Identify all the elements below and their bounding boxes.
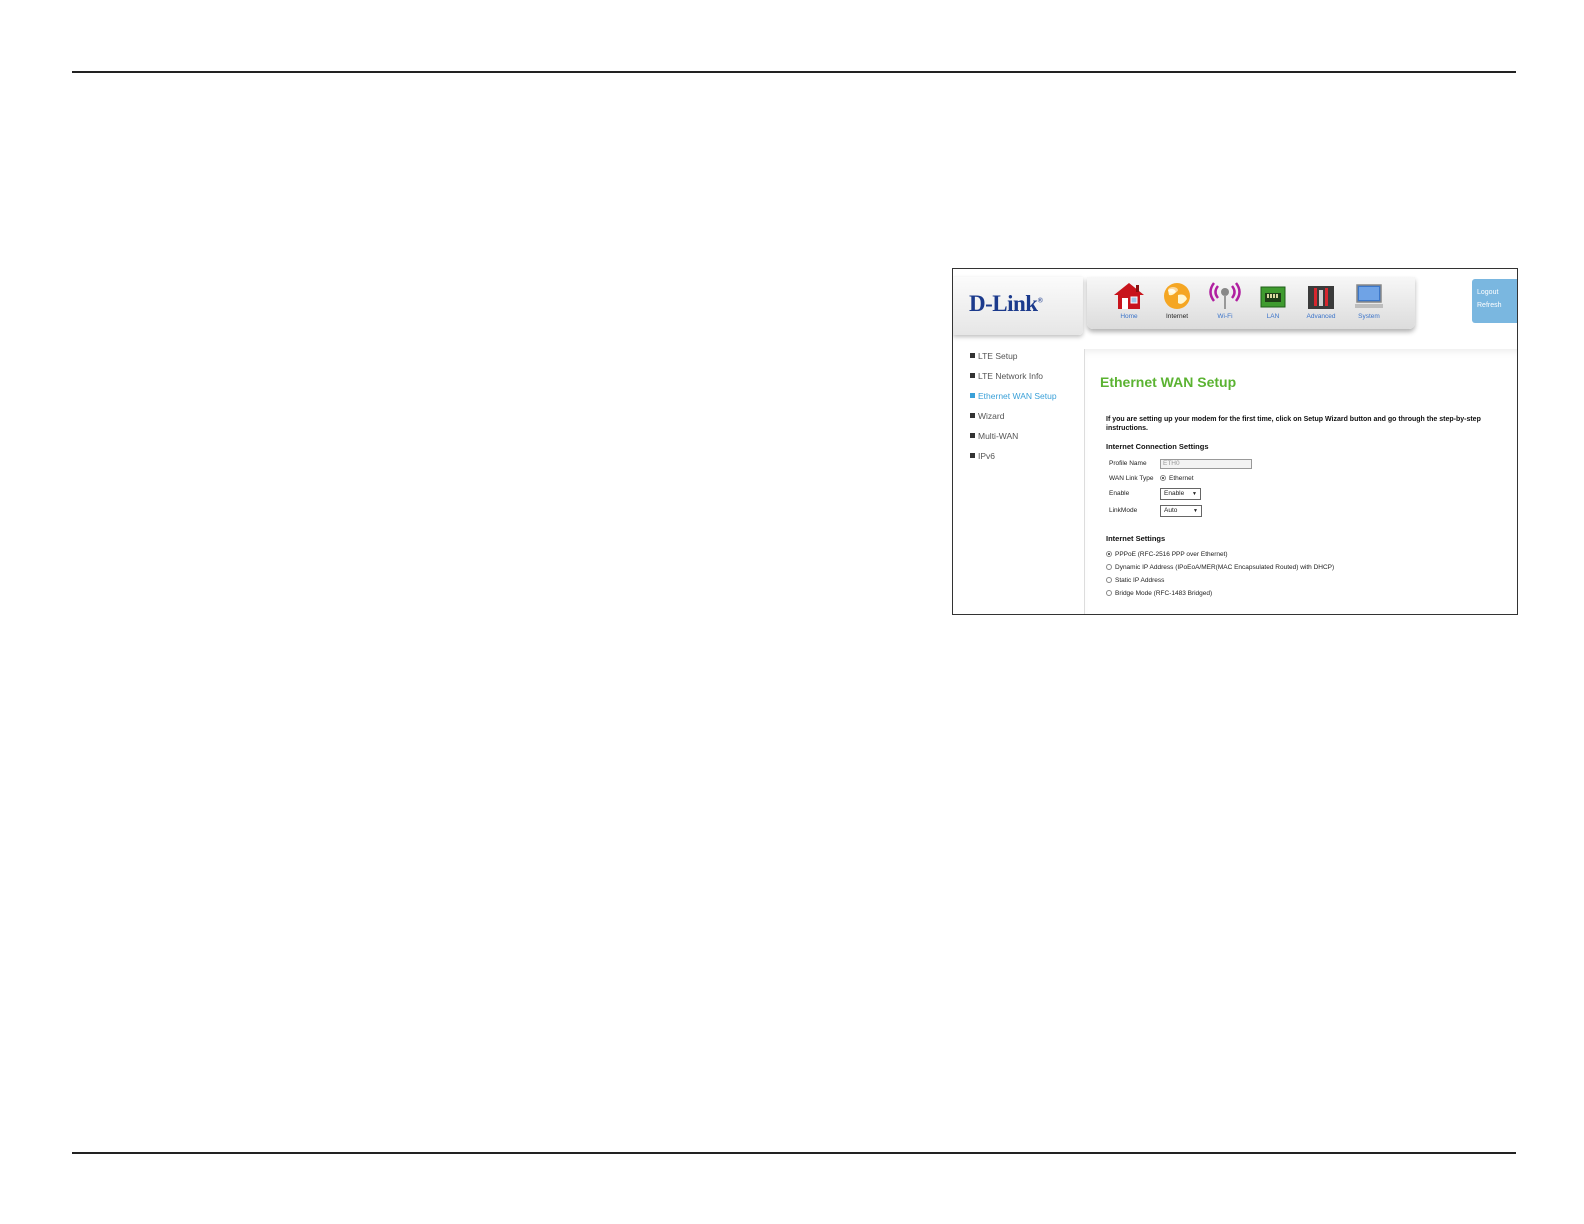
sidebar-item-lte-network-info[interactable]: LTE Network Info xyxy=(970,371,1057,391)
nav-label-advanced: Advanced xyxy=(1306,313,1336,320)
radio-icon xyxy=(1106,590,1112,596)
sidebar-item-lte-setup[interactable]: LTE Setup xyxy=(970,351,1057,371)
nav-label-internet: Internet xyxy=(1165,313,1189,320)
nav-internet[interactable]: Internet xyxy=(1155,281,1199,320)
sidebar-item-multi-wan[interactable]: Multi-WAN xyxy=(970,431,1057,451)
page-title: Ethernet WAN Setup xyxy=(1100,374,1237,390)
profile-name-field: ETH0 xyxy=(1160,459,1252,469)
nav-label-home: Home xyxy=(1120,313,1138,320)
sidebar-item-ipv6[interactable]: IPv6 xyxy=(970,451,1057,471)
wifi-icon xyxy=(1209,282,1241,309)
option-pppoe[interactable]: PPPoE (RFC-2516 PPP over Ethernet) xyxy=(1106,551,1228,558)
top-nav: Home Internet Wi-Fi LAN Advanced System xyxy=(1087,277,1415,329)
lan-icon xyxy=(1260,286,1286,308)
enable-select[interactable]: Enable ▼ xyxy=(1160,488,1201,500)
refresh-link[interactable]: Refresh xyxy=(1472,296,1517,309)
radio-icon xyxy=(1106,551,1112,557)
option-dynamic-ip[interactable]: Dynamic IP Address (IPoEoA/MER(MAC Encap… xyxy=(1106,564,1334,571)
nav-lan[interactable]: LAN xyxy=(1251,281,1295,320)
nav-wifi[interactable]: Wi-Fi xyxy=(1203,281,1247,320)
nav-label-system: System xyxy=(1358,313,1380,320)
bottom-rule xyxy=(72,1152,1516,1154)
linkmode-select[interactable]: Auto ▼ xyxy=(1160,505,1202,517)
bullet-icon xyxy=(970,433,975,438)
nav-label-wifi: Wi-Fi xyxy=(1217,313,1233,320)
radio-icon xyxy=(1106,564,1112,570)
bullet-icon xyxy=(970,373,975,378)
internet-settings-title: Internet Settings xyxy=(1106,534,1166,543)
sidebar-item-wizard[interactable]: Wizard xyxy=(970,411,1057,431)
top-rule xyxy=(72,71,1516,73)
logout-link[interactable]: Logout xyxy=(1472,279,1517,296)
option-static-ip[interactable]: Static IP Address xyxy=(1106,577,1164,584)
radio-icon xyxy=(1106,577,1112,583)
nav-label-lan: LAN xyxy=(1266,313,1280,320)
profile-name-label: Profile Name xyxy=(1109,460,1147,467)
nav-home[interactable]: Home xyxy=(1107,281,1151,320)
monitor-icon xyxy=(1355,284,1383,308)
bullet-icon xyxy=(970,413,975,418)
tools-icon xyxy=(1308,286,1334,309)
router-screenshot: D-Link® Home Internet Wi-Fi LAN Advanced… xyxy=(952,268,1518,615)
nav-advanced[interactable]: Advanced xyxy=(1299,281,1343,320)
bullet-icon xyxy=(970,353,975,358)
linkmode-label: LinkMode xyxy=(1109,507,1138,514)
sidebar-item-ethernet-wan-setup[interactable]: Ethernet WAN Setup xyxy=(970,391,1057,411)
wan-link-type-label: WAN Link Type xyxy=(1109,475,1154,482)
content-panel: Ethernet WAN Setup If you are setting up… xyxy=(1084,349,1517,614)
nav-system[interactable]: System xyxy=(1347,281,1391,320)
bullet-icon xyxy=(970,393,975,398)
enable-label: Enable xyxy=(1109,490,1130,497)
connection-settings-title: Internet Connection Settings xyxy=(1106,442,1209,451)
intro-text: If you are setting up your modem for the… xyxy=(1106,416,1481,432)
radio-icon xyxy=(1160,475,1166,481)
dlink-logo: D-Link® xyxy=(969,291,1043,316)
globe-icon xyxy=(1164,283,1190,309)
option-bridge-mode[interactable]: Bridge Mode (RFC-1483 Bridged) xyxy=(1106,590,1212,597)
chevron-down-icon: ▼ xyxy=(1193,508,1198,514)
sidebar: LTE Setup LTE Network Info Ethernet WAN … xyxy=(970,351,1057,471)
chevron-down-icon: ▼ xyxy=(1192,491,1197,497)
session-box: Logout Refresh xyxy=(1472,279,1517,323)
wan-link-type-option[interactable]: Ethernet xyxy=(1160,475,1194,482)
logo-area: D-Link® xyxy=(953,277,1083,335)
home-icon xyxy=(1114,283,1144,309)
bullet-icon xyxy=(970,453,975,458)
